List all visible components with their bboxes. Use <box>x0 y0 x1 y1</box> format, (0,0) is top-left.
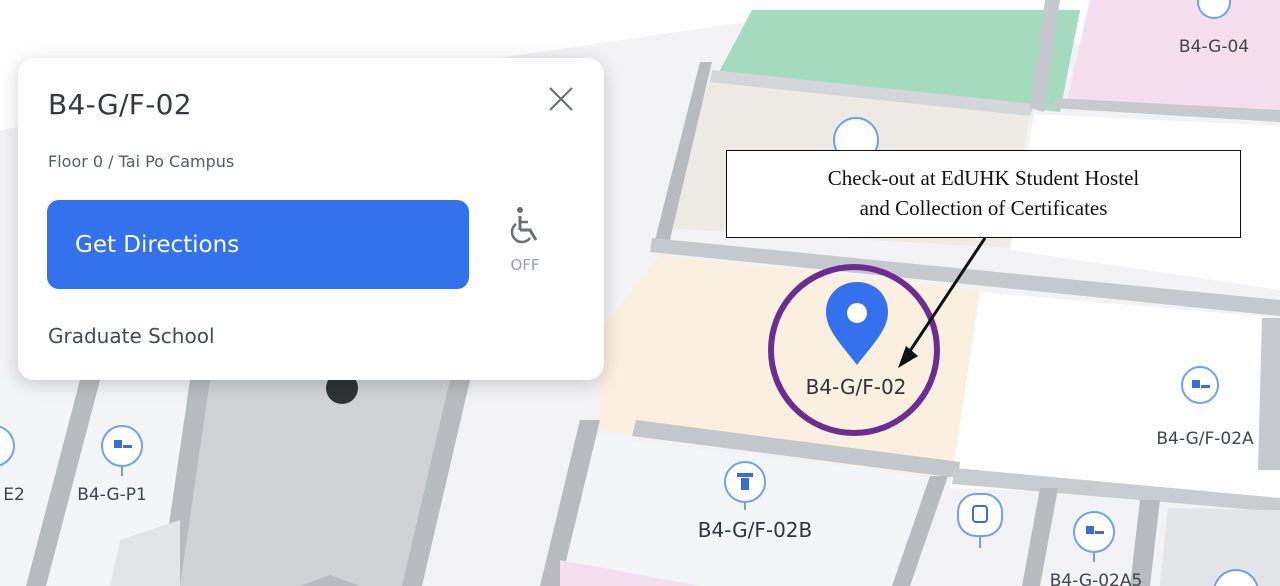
wheelchair-icon <box>510 207 538 244</box>
annotation-line-1: Check-out at EdUHK Student Hostel <box>827 166 1140 190</box>
info-point-icon <box>957 493 1003 537</box>
marker-label: E2 <box>3 485 25 505</box>
get-directions-button[interactable]: Get Directions <box>47 200 469 289</box>
close-icon[interactable] <box>544 82 578 116</box>
marker-label: B4-G-02A5 <box>1050 571 1143 586</box>
marker-label: B4-G-P1 <box>77 485 147 505</box>
location-subtitle: Floor 0 / Tai Po Campus <box>48 152 235 171</box>
department-name: Graduate School <box>48 324 215 348</box>
annotation-box: Check-out at EdUHK Student Hostel and Co… <box>726 150 1241 238</box>
accessibility-toggle[interactable]: OFF <box>498 206 552 286</box>
marker-label: B4-G/F-02A <box>1156 429 1254 449</box>
location-info-card: B4-G/F-02 Floor 0 / Tai Po Campus Get Di… <box>18 58 604 380</box>
marker-label: B4-G-04 <box>1179 37 1249 57</box>
marker-label: B4-G/F-02B <box>698 518 813 542</box>
annotation-line-2: and Collection of Certificates <box>859 196 1108 220</box>
accessibility-status: OFF <box>510 256 540 274</box>
marker-label: B4-G/F-02 <box>806 375 907 399</box>
location-title: B4-G/F-02 <box>48 88 192 121</box>
room-white-b4-g-f-02a[interactable] <box>950 292 1280 500</box>
